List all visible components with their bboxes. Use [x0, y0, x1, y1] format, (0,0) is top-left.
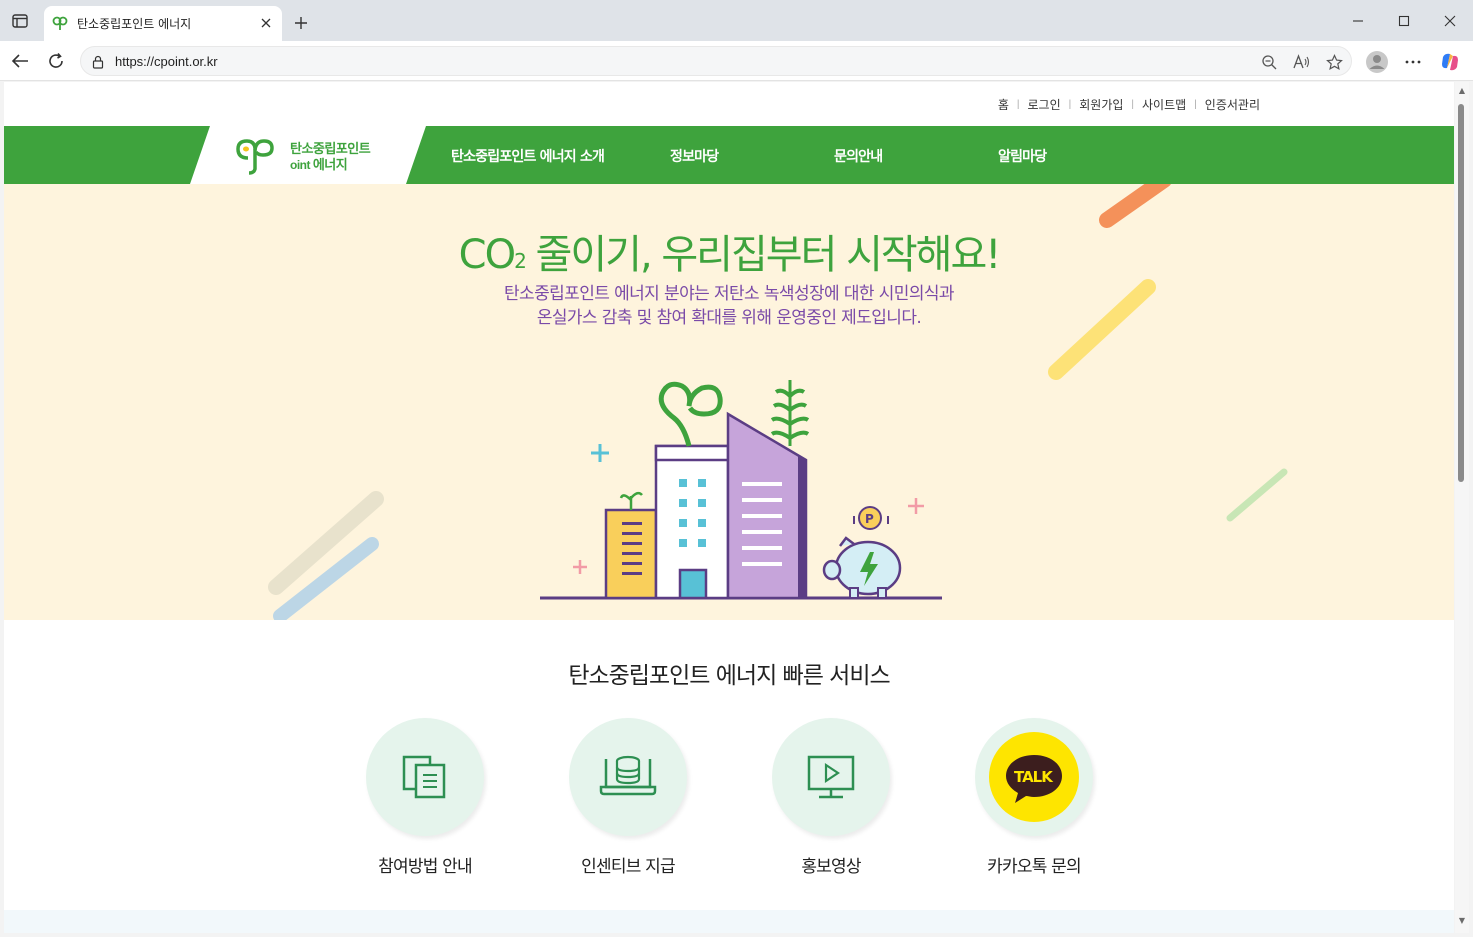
page-scrollbar[interactable]: ▲ ▼ [1455, 82, 1469, 933]
hero-desc-line2: 온실가스 감축 및 참여 확대를 위해 운영중인 제도입니다. [536, 308, 922, 328]
next-section-band [4, 910, 1454, 933]
hero-banner: CO2 줄이기, 우리집부터 시작해요! 탄소중립포인트 에너지 분야는 저탄소… [4, 184, 1454, 620]
hero-title-subscript: 2 [514, 249, 527, 273]
new-tab-icon[interactable] [290, 12, 312, 34]
util-separator: | [1131, 99, 1135, 110]
logo-text-line2-label: 에너지 [312, 158, 348, 173]
service-label[interactable]: 인센티브 지급 [558, 852, 698, 877]
util-separator: | [1068, 99, 1072, 110]
gnb-item-notice[interactable]: 알림마당 [998, 146, 1047, 166]
util-link-certificate[interactable]: 인증서관리 [1205, 96, 1260, 113]
util-separator: | [1016, 99, 1020, 110]
city-buildings-illustration: P [540, 380, 942, 600]
browser-tab-bar: 탄소중립포인트 에너지 [0, 0, 1473, 41]
logo-text-line2: oint 에너지 [290, 154, 348, 173]
refresh-icon[interactable] [43, 48, 69, 74]
cpoint-logo-icon [236, 139, 274, 175]
service-icon-circle[interactable] [772, 718, 890, 836]
scrollbar-thumb[interactable] [1458, 104, 1464, 482]
util-separator: | [1194, 99, 1197, 110]
video-play-icon [807, 755, 855, 799]
laptop-coins-icon [599, 755, 657, 796]
copilot-icon[interactable] [1437, 49, 1463, 75]
logo-mark-text: oint [290, 158, 313, 172]
svg-text:P: P [865, 512, 874, 526]
read-aloud-icon[interactable] [1293, 53, 1311, 71]
close-window-icon[interactable] [1436, 8, 1464, 34]
service-label[interactable]: 홍보영상 [761, 852, 901, 877]
util-link-login[interactable]: 로그인 [1028, 96, 1061, 113]
util-link-sitemap[interactable]: 사이트맵 [1142, 96, 1186, 113]
scroll-up-arrow-icon[interactable]: ▲ [1457, 86, 1467, 96]
service-incentive[interactable]: 인센티브 지급 [558, 718, 698, 877]
minimize-icon[interactable] [1344, 8, 1372, 34]
kakaotalk-icon: TALK [989, 732, 1079, 822]
hero-title-co: CO [458, 232, 516, 278]
hero-title-rest: 줄이기, 우리집부터 시작해요! [524, 232, 1002, 278]
quick-services-title: 탄소중립포인트 에너지 빠른 서비스 [568, 663, 890, 689]
service-promo-video[interactable]: 홍보영상 [761, 718, 901, 877]
maximize-icon[interactable] [1390, 8, 1418, 34]
tab-actions-icon[interactable] [8, 10, 32, 32]
util-link-signup[interactable]: 회원가입 [1079, 96, 1123, 113]
hero-desc-line1: 탄소중립포인트 에너지 분야는 저탄소 녹색성장에 대한 시민의식과 [504, 284, 955, 304]
more-menu-icon[interactable] [1400, 49, 1426, 75]
kakaotalk-badge-text: TALK [1014, 768, 1054, 786]
tab-title: 탄소중립포인트 에너지 [77, 17, 192, 31]
gnb-item-intro[interactable]: 탄소중립포인트 에너지 소개 [451, 146, 605, 166]
browser-toolbar: https://cpoint.or.kr [0, 41, 1473, 81]
service-label[interactable]: 참여방법 안내 [355, 852, 495, 877]
utility-nav: 홈 | 로그인 | 회원가입 | 사이트맵 | 인증서관리 [998, 96, 1260, 113]
profile-avatar-icon[interactable] [1364, 49, 1390, 75]
service-participation-guide[interactable]: 참여방법 안내 [355, 718, 495, 877]
address-bar[interactable]: https://cpoint.or.kr [80, 46, 1352, 76]
site-favicon-icon [52, 15, 68, 31]
close-tab-icon[interactable] [258, 15, 274, 31]
favorite-star-icon[interactable] [1325, 53, 1343, 71]
zoom-icon[interactable] [1260, 53, 1278, 71]
service-icon-circle[interactable]: TALK [975, 718, 1093, 836]
hero-title: CO2 줄이기, 우리집부터 시작해요! [4, 222, 1454, 280]
hero-description: 탄소중립포인트 에너지 분야는 저탄소 녹색성장에 대한 시민의식과 온실가스 … [4, 282, 1454, 330]
gnb-item-info[interactable]: 정보마당 [670, 146, 719, 166]
browser-tab[interactable]: 탄소중립포인트 에너지 [44, 6, 282, 41]
gnb-item-contact[interactable]: 문의안내 [834, 146, 883, 166]
lock-icon [91, 54, 105, 69]
back-arrow-icon[interactable] [7, 48, 33, 74]
service-kakaotalk[interactable]: TALK 카카오톡 문의 [964, 718, 1104, 877]
service-label[interactable]: 카카오톡 문의 [964, 852, 1104, 877]
service-icon-circle[interactable] [366, 718, 484, 836]
scroll-down-arrow-icon[interactable]: ▼ [1457, 916, 1467, 926]
documents-icon [402, 755, 446, 799]
url-text[interactable]: https://cpoint.or.kr [115, 54, 218, 69]
util-link-home[interactable]: 홈 [998, 96, 1009, 113]
page-viewport: 홈 | 로그인 | 회원가입 | 사이트맵 | 인증서관리 탄소중립포인트 oi… [4, 82, 1454, 933]
service-icon-circle[interactable] [569, 718, 687, 836]
